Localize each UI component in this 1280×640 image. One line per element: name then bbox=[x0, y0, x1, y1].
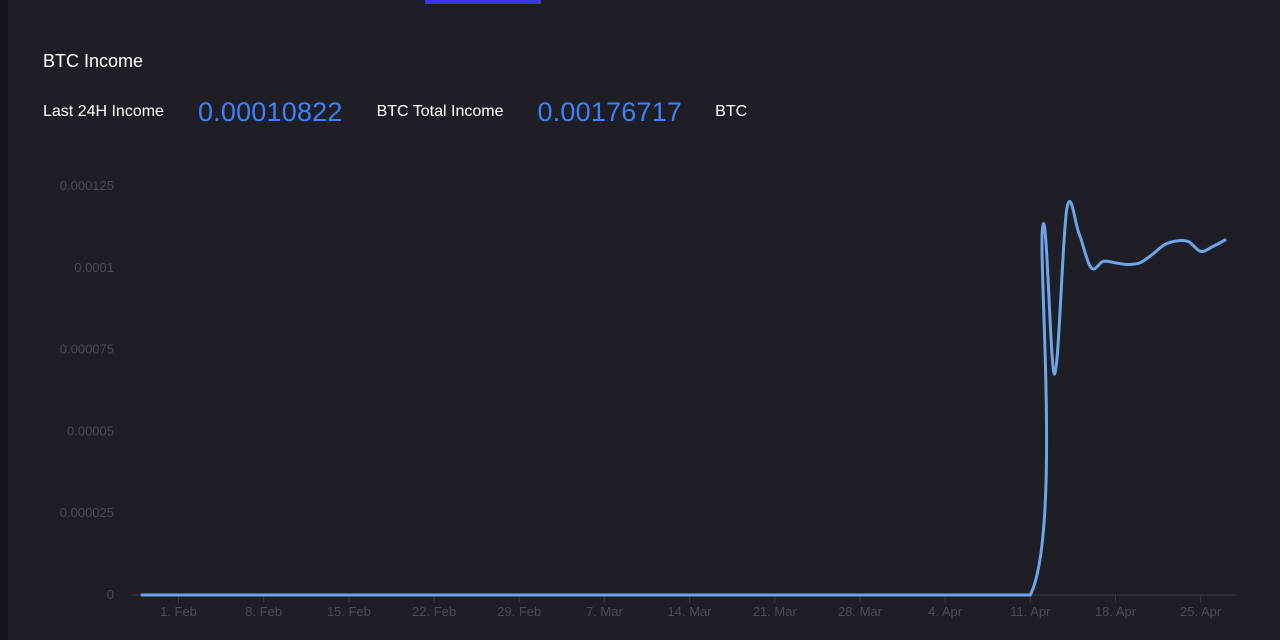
x-axis-ticks: 1. Feb 8. Feb 15. Feb 22. Feb 29. Feb 7. Mar 1… bbox=[160, 595, 1222, 619]
x-tick-label: 21. Mar bbox=[753, 604, 798, 619]
x-tick-label: 11. Apr bbox=[1010, 604, 1051, 619]
income-line-chart: 0 0.000025 0.00005 0.000075 0.0001 0.000125 1… bbox=[60, 178, 1236, 619]
x-tick-label: 15. Feb bbox=[327, 604, 371, 619]
x-tick-label: 14. Mar bbox=[668, 604, 713, 619]
x-tick-label: 8. Feb bbox=[245, 604, 282, 619]
x-tick-label: 1. Feb bbox=[160, 604, 197, 619]
y-tick-label: 0.000125 bbox=[60, 178, 114, 193]
x-tick-label: 29. Feb bbox=[497, 604, 541, 619]
x-tick-label: 25. Apr bbox=[1180, 604, 1222, 619]
x-tick-label: 7. Mar bbox=[586, 604, 624, 619]
y-tick-label: 0.00005 bbox=[67, 423, 114, 438]
y-axis-labels: 0 0.000025 0.00005 0.000075 0.0001 0.000125 bbox=[60, 178, 114, 602]
x-tick-label: 22. Feb bbox=[412, 604, 456, 619]
y-tick-label: 0.000025 bbox=[60, 505, 114, 520]
series-line-btc-income[interactable] bbox=[140, 199, 1227, 597]
y-tick-label: 0.000075 bbox=[60, 342, 114, 357]
x-tick-label: 4. Apr bbox=[928, 604, 963, 619]
y-tick-label: 0 bbox=[107, 587, 114, 602]
y-tick-label: 0.0001 bbox=[74, 260, 114, 275]
x-tick-label: 18. Apr bbox=[1095, 604, 1137, 619]
x-tick-label: 28. Mar bbox=[838, 604, 883, 619]
